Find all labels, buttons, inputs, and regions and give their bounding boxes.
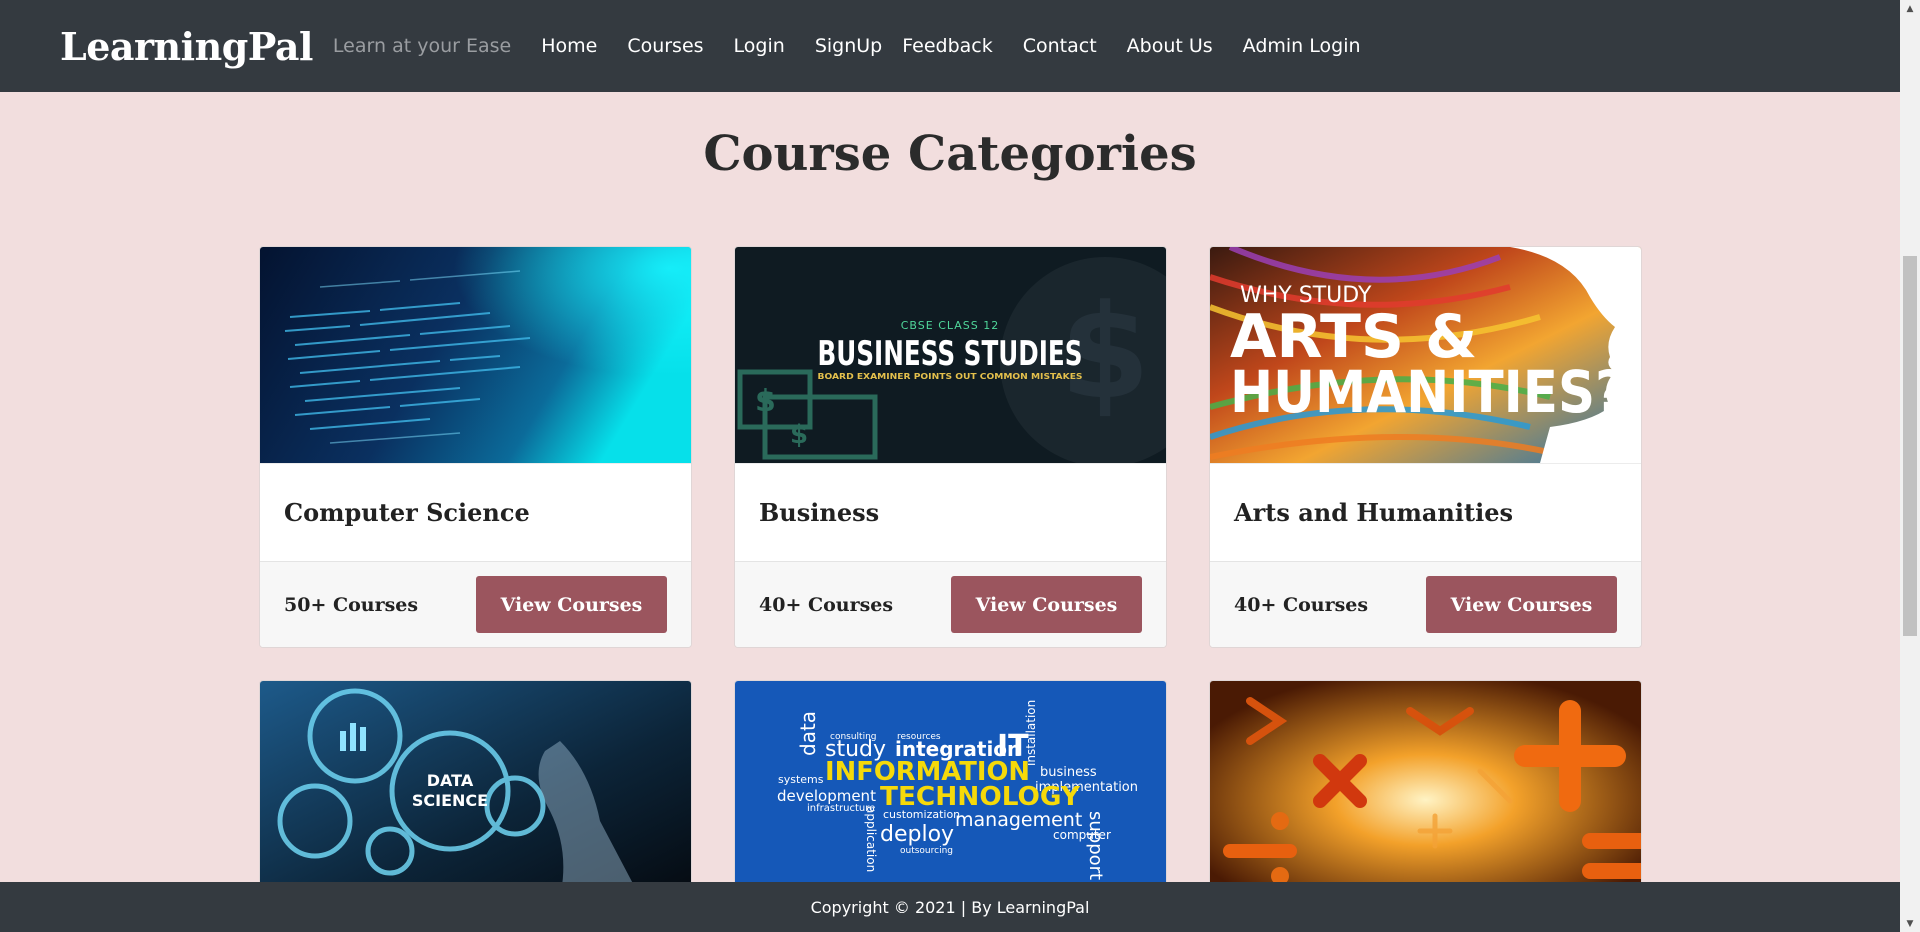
card-body: Computer Science — [260, 463, 691, 561]
computer-science-image — [260, 247, 691, 463]
it-word-business: business — [1040, 765, 1097, 780]
it-image-line2: TECHNOLOGY — [880, 782, 1081, 812]
scroll-down-arrow-icon[interactable]: ▼ — [1900, 915, 1920, 932]
nav-link-feedback[interactable]: Feedback — [902, 35, 992, 57]
view-courses-button[interactable]: View Courses — [1426, 576, 1617, 633]
course-card-data-science: DATA SCIENCE — [259, 680, 692, 898]
page-scrollbar[interactable]: ▲ ▼ — [1900, 0, 1920, 932]
it-word-data: data — [796, 711, 820, 756]
business-image-line1: CBSE CLASS 12 — [901, 319, 1000, 332]
nav-link-login[interactable]: Login — [734, 35, 785, 57]
course-card-arts-humanities: WHY STUDY ARTS & HUMANITIES? Arts and Hu… — [1209, 246, 1642, 648]
course-card-information-technology: study integration IT systems development… — [734, 680, 1167, 898]
scroll-up-arrow-icon[interactable]: ▲ — [1900, 0, 1920, 17]
nav-link-admin-login[interactable]: Admin Login — [1243, 35, 1361, 57]
it-word-resources: resources — [897, 732, 941, 742]
footer: Copyright © 2021 | By LearningPal — [0, 882, 1900, 932]
card-footer: 40+ Courses View Courses — [735, 561, 1166, 647]
course-count: 40+ Courses — [759, 593, 894, 616]
view-courses-button[interactable]: View Courses — [951, 576, 1142, 633]
business-image: $ $ $ CBSE CLASS 12 BUSINESS STUDIES BOA… — [735, 247, 1166, 463]
nav-link-contact[interactable]: Contact — [1023, 35, 1097, 57]
nav-link-about-us[interactable]: About Us — [1127, 35, 1213, 57]
card-title: Computer Science — [284, 498, 530, 527]
page-title: Course Categories — [703, 126, 1197, 182]
information-technology-image: study integration IT systems development… — [735, 681, 1166, 897]
it-word-deploy: deploy — [880, 822, 954, 847]
card-footer: 40+ Courses View Courses — [1210, 561, 1641, 647]
it-word-application: application — [864, 806, 878, 872]
brand-tagline: Learn at your Ease — [332, 35, 512, 57]
course-count: 40+ Courses — [1234, 593, 1369, 616]
course-card-mathematics — [1209, 680, 1642, 898]
card-title: Business — [759, 498, 880, 527]
it-word-support: support — [1085, 811, 1106, 880]
arts-humanities-image: WHY STUDY ARTS & HUMANITIES? — [1210, 247, 1641, 463]
arts-image-line3: HUMANITIES? — [1230, 358, 1625, 426]
business-image-line3: BOARD EXAMINER POINTS OUT COMMON MISTAKE… — [818, 372, 1083, 381]
navbar: LearningPal Learn at your Ease Home Cour… — [0, 0, 1900, 92]
it-word-outsourcing: outsourcing — [900, 846, 953, 856]
copyright-text: Copyright © 2021 | By LearningPal — [810, 897, 1090, 917]
mathematics-image — [1210, 681, 1641, 897]
brand-logo[interactable]: LearningPal — [60, 24, 313, 69]
nav-link-courses[interactable]: Courses — [627, 35, 703, 57]
svg-text:$: $ — [790, 420, 808, 450]
course-card-computer-science: Computer Science 50+ Courses View Course… — [259, 246, 692, 648]
it-word-consulting: consulting — [830, 732, 877, 742]
card-body: Arts and Humanities — [1210, 463, 1641, 561]
course-count: 50+ Courses — [284, 593, 419, 616]
card-body: Business — [735, 463, 1166, 561]
business-image-line2: BUSINESS STUDIES — [818, 334, 1083, 374]
data-science-image: DATA SCIENCE — [260, 681, 691, 897]
nav-link-home[interactable]: Home — [541, 35, 597, 57]
svg-text:$: $ — [755, 384, 776, 419]
nav-link-signup[interactable]: SignUp — [815, 35, 882, 57]
card-footer: 50+ Courses View Courses — [260, 561, 691, 647]
ds-image-line2: SCIENCE — [412, 791, 488, 810]
view-courses-button[interactable]: View Courses — [476, 576, 667, 633]
ds-image-line1: DATA — [427, 771, 474, 790]
course-card-business: $ $ $ CBSE CLASS 12 BUSINESS STUDIES BOA… — [734, 246, 1167, 648]
it-word-systems: systems — [778, 773, 824, 786]
scrollbar-thumb[interactable] — [1903, 256, 1917, 636]
nav-links: Home Courses Login SignUp Feedback Conta… — [541, 35, 1390, 57]
card-title: Arts and Humanities — [1234, 498, 1513, 527]
